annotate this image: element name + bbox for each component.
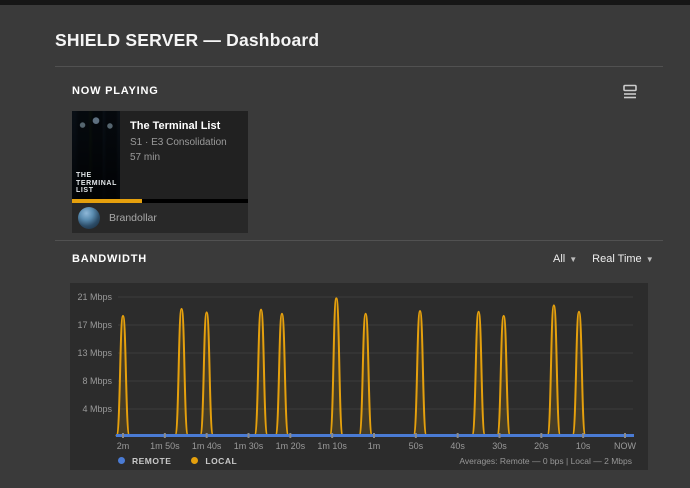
timeframe-filter-dropdown[interactable]: Real Time ▼ xyxy=(592,253,653,265)
now-playing-user-row[interactable]: Brandollar xyxy=(72,203,248,233)
averages-summary: Averages: Remote — 0 bps | Local — 2 Mbp… xyxy=(459,455,632,466)
user-avatar xyxy=(78,207,100,229)
legend-item-local[interactable]: LOCAL xyxy=(191,456,237,466)
title-divider xyxy=(55,66,663,67)
chart-legend: REMOTE LOCAL xyxy=(70,456,237,466)
page-title: SHIELD SERVER — Dashboard xyxy=(55,30,320,50)
source-filter-value: All xyxy=(553,253,566,265)
svg-text:13 Mbps: 13 Mbps xyxy=(77,348,112,358)
now-playing-media-row: THE TERMINAL LIST The Terminal List S1 ·… xyxy=(72,111,248,199)
remote-legend-label: REMOTE xyxy=(132,455,172,466)
now-playing-section-label: NOW PLAYING xyxy=(72,85,159,97)
svg-text:20s: 20s xyxy=(534,441,549,451)
playback-progress-fill xyxy=(72,199,143,203)
chevron-down-icon: ▼ xyxy=(645,254,654,264)
svg-text:1m 30s: 1m 30s xyxy=(234,441,264,451)
media-title: The Terminal List xyxy=(130,120,221,132)
media-episode: S1 · E3 Consolidation xyxy=(130,137,227,148)
local-legend-dot-icon xyxy=(191,457,199,464)
svg-text:4 Mbps: 4 Mbps xyxy=(82,404,112,414)
svg-text:NOW: NOW xyxy=(614,441,637,451)
svg-text:1m 50s: 1m 50s xyxy=(150,441,180,451)
svg-text:50s: 50s xyxy=(409,441,424,451)
svg-text:40s: 40s xyxy=(450,441,465,451)
timeframe-filter-value: Real Time xyxy=(592,253,642,265)
bandwidth-chart: 21 Mbps 17 Mbps 13 Mbps 8 Mbps 4 Mbps 2m 1m 50… xyxy=(77,292,637,451)
now-playing-card[interactable]: THE TERMINAL LIST The Terminal List S1 ·… xyxy=(72,111,248,233)
bandwidth-section-label: BANDWIDTH xyxy=(72,253,148,265)
svg-text:17 Mbps: 17 Mbps xyxy=(77,320,112,330)
chevron-down-icon: ▼ xyxy=(569,254,578,264)
user-name: Brandollar xyxy=(109,212,157,224)
window-top-strip xyxy=(0,0,690,5)
bandwidth-filters: All ▼ Real Time ▼ xyxy=(553,253,654,265)
media-duration: 57 min xyxy=(130,152,161,163)
svg-text:1m 20s: 1m 20s xyxy=(276,441,306,451)
now-playing-metadata: The Terminal List S1 · E3 Consolidation … xyxy=(120,111,248,199)
svg-text:2m: 2m xyxy=(117,441,130,451)
playback-progress-bar xyxy=(72,199,248,203)
svg-text:1m: 1m xyxy=(368,441,381,451)
dashboard-page: SHIELD SERVER — Dashboard NOW PLAYING TH… xyxy=(0,0,690,488)
remote-legend-dot-icon xyxy=(118,457,125,464)
local-legend-label: LOCAL xyxy=(205,455,238,466)
poster-title-text: THE TERMINAL LIST xyxy=(76,171,117,195)
list-layout-icon[interactable] xyxy=(621,84,639,100)
svg-text:1m 40s: 1m 40s xyxy=(192,441,222,451)
svg-text:10s: 10s xyxy=(576,441,591,451)
legend-item-remote[interactable]: REMOTE xyxy=(118,456,171,466)
source-filter-dropdown[interactable]: All ▼ xyxy=(553,253,577,265)
svg-text:30s: 30s xyxy=(492,441,507,451)
bandwidth-chart-panel: 21 Mbps 17 Mbps 13 Mbps 8 Mbps 4 Mbps 2m 1m 50… xyxy=(70,283,648,470)
svg-text:8 Mbps: 8 Mbps xyxy=(82,376,112,386)
svg-text:21 Mbps: 21 Mbps xyxy=(77,292,112,302)
poster-image[interactable]: THE TERMINAL LIST xyxy=(72,111,120,199)
chart-footer: REMOTE LOCAL Averages: Remote — 0 bps | … xyxy=(70,451,648,470)
section-divider xyxy=(55,240,663,241)
svg-text:1m 10s: 1m 10s xyxy=(317,441,347,451)
